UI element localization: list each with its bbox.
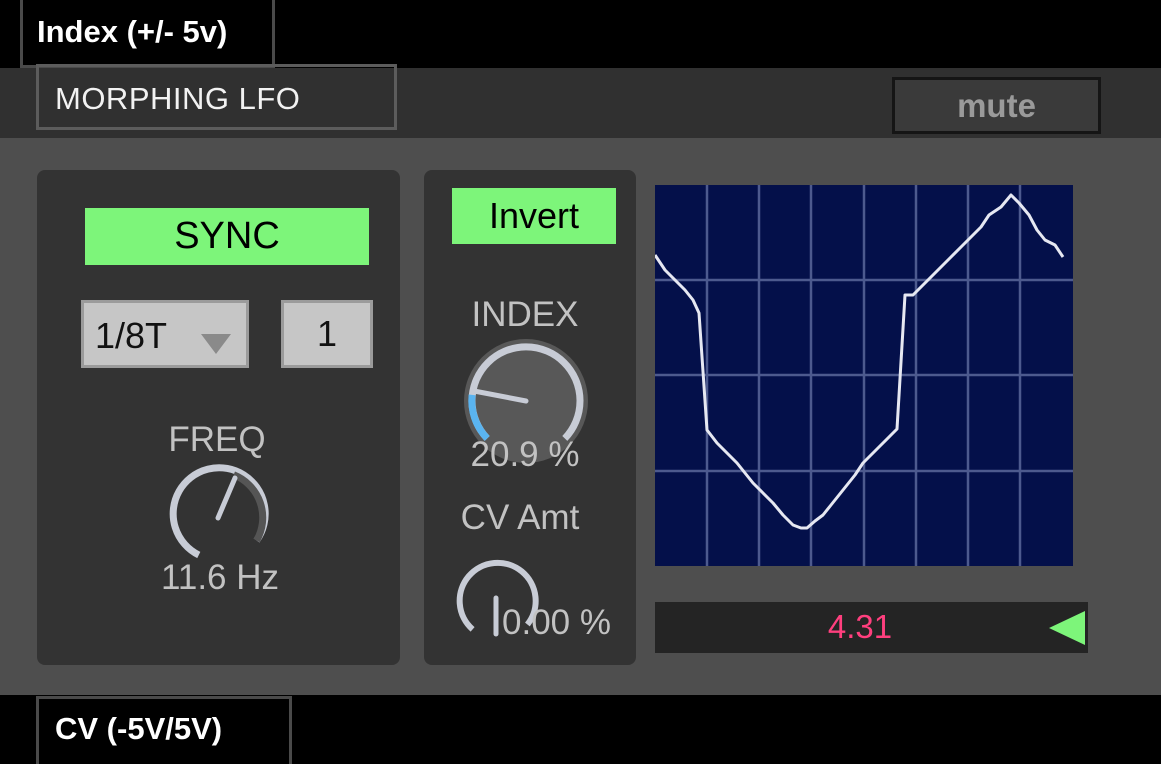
triangle-left-icon[interactable] [1049, 611, 1085, 645]
cv-amount-value: 0.00 % [502, 603, 611, 642]
cv-output-label: CV (-5V/5V) [36, 696, 292, 764]
index-value: 20.9 % [470, 435, 580, 474]
sync-toggle-button[interactable]: SYNC [85, 208, 369, 265]
cv-amount-label: CV Amt [460, 498, 580, 537]
index-cv-input-label: Index (+/- 5v) [20, 0, 275, 68]
rate-dropdown-value: 1/8T [95, 315, 168, 356]
index-label: INDEX [471, 295, 579, 334]
mute-button[interactable]: mute [892, 77, 1101, 134]
device-title: MORPHING LFO [36, 64, 397, 130]
waveform-trace [655, 193, 1065, 530]
lfo-waveform-scope [655, 185, 1073, 566]
invert-toggle-button[interactable]: Invert [452, 188, 616, 244]
rate-multiplier-number-box[interactable]: 1 [281, 300, 373, 368]
output-value: 4.31 [827, 608, 893, 645]
freq-label: FREQ [168, 420, 266, 459]
freq-value: 11.6 Hz [160, 558, 280, 597]
triangle-down-icon [201, 334, 231, 354]
